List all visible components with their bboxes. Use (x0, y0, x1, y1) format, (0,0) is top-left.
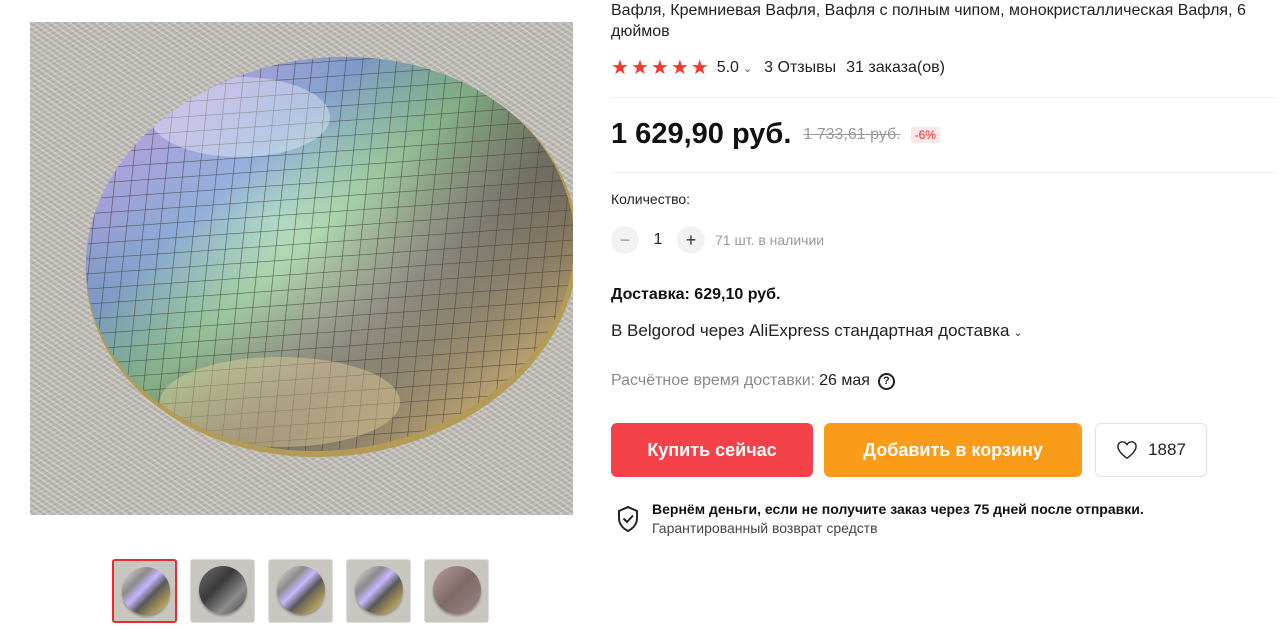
buyer-protection: Вернём деньги, если не получите заказ че… (616, 499, 1144, 537)
star-icon: ★ (611, 57, 629, 79)
delivery-cost: Доставка: 629,10 руб. (611, 286, 781, 303)
wafer-thumbnail-image (433, 566, 481, 614)
eta-label: Расчётное время доставки: (611, 372, 816, 389)
thumbnail-1[interactable] (112, 559, 177, 623)
wafer-thumbnail-image (277, 566, 325, 614)
stock-count: 71 шт. в наличии (715, 232, 825, 248)
star-icon: ★ (670, 57, 689, 79)
star-icon: ★ (650, 57, 669, 79)
thumbnail-2[interactable] (190, 559, 255, 623)
chevron-down-icon[interactable]: ⌄ (743, 62, 752, 75)
help-icon[interactable]: ? (877, 372, 895, 390)
buy-now-button[interactable]: Купить сейчас (611, 423, 813, 477)
wishlist-count: 1887 (1148, 440, 1186, 459)
divider (611, 172, 1276, 173)
guarantee-text: Вернём деньги, если не получите заказ че… (652, 499, 1144, 537)
rating-value[interactable]: 5.0 (717, 59, 739, 77)
chevron-down-icon: ⌄ (1013, 327, 1023, 339)
quantity-stepper: − 1 + 71 шт. в наличии (611, 226, 824, 254)
old-price: 1 733,61 руб. (803, 125, 901, 143)
quantity-decrease-button[interactable]: − (611, 226, 639, 254)
delivery-route-text: В Belgorod через AliExpress стандартная … (611, 321, 1010, 340)
rating-stars: ★ ★ ★ ★ ★ (611, 58, 709, 78)
wishlist-button[interactable]: 1887 (1095, 423, 1207, 477)
thumbnail-5[interactable] (424, 559, 489, 623)
main-product-image[interactable] (30, 22, 573, 515)
shield-check-icon (618, 505, 638, 533)
thumbnail-strip (112, 559, 489, 623)
wafer-thumbnail-image (122, 567, 170, 615)
add-to-cart-button[interactable]: Добавить в корзину (824, 423, 1082, 477)
heart-icon (1117, 441, 1137, 460)
discount-badge: -6% (910, 126, 940, 143)
thumbnail-4[interactable] (346, 559, 411, 623)
wafer-thumbnail-image (355, 566, 403, 614)
eta-date: 26 мая (819, 372, 870, 389)
quantity-increase-button[interactable]: + (677, 226, 705, 254)
guarantee-title: Вернём деньги, если не получите заказ че… (652, 501, 1144, 517)
rating-row: ★ ★ ★ ★ ★ 5.0 ⌄ 3 Отзывы 31 заказа(ов) (611, 58, 945, 78)
star-icon: ★ (690, 57, 709, 79)
thumbnail-3[interactable] (268, 559, 333, 623)
wafer-thumbnail-image (199, 566, 247, 614)
price-row: 1 629,90 руб. 1 733,61 руб. -6% (611, 118, 940, 151)
divider (611, 97, 1276, 98)
product-title: Вафля, Кремниевая Вафля, Вафля с полным … (611, 2, 1246, 40)
quantity-label: Количество: (611, 191, 691, 207)
current-price: 1 629,90 руб. (611, 118, 792, 150)
reviews-link[interactable]: 3 Отзывы (764, 59, 836, 77)
delivery-eta: Расчётное время доставки: 26 мая ? (611, 372, 895, 390)
star-icon: ★ (630, 57, 649, 79)
wafer-illustration (60, 25, 573, 483)
guarantee-subtitle: Гарантированный возврат средств (652, 520, 878, 536)
quantity-value[interactable]: 1 (639, 231, 677, 249)
orders-count: 31 заказа(ов) (846, 59, 945, 76)
delivery-method-selector[interactable]: В Belgorod через AliExpress стандартная … (611, 321, 1035, 341)
